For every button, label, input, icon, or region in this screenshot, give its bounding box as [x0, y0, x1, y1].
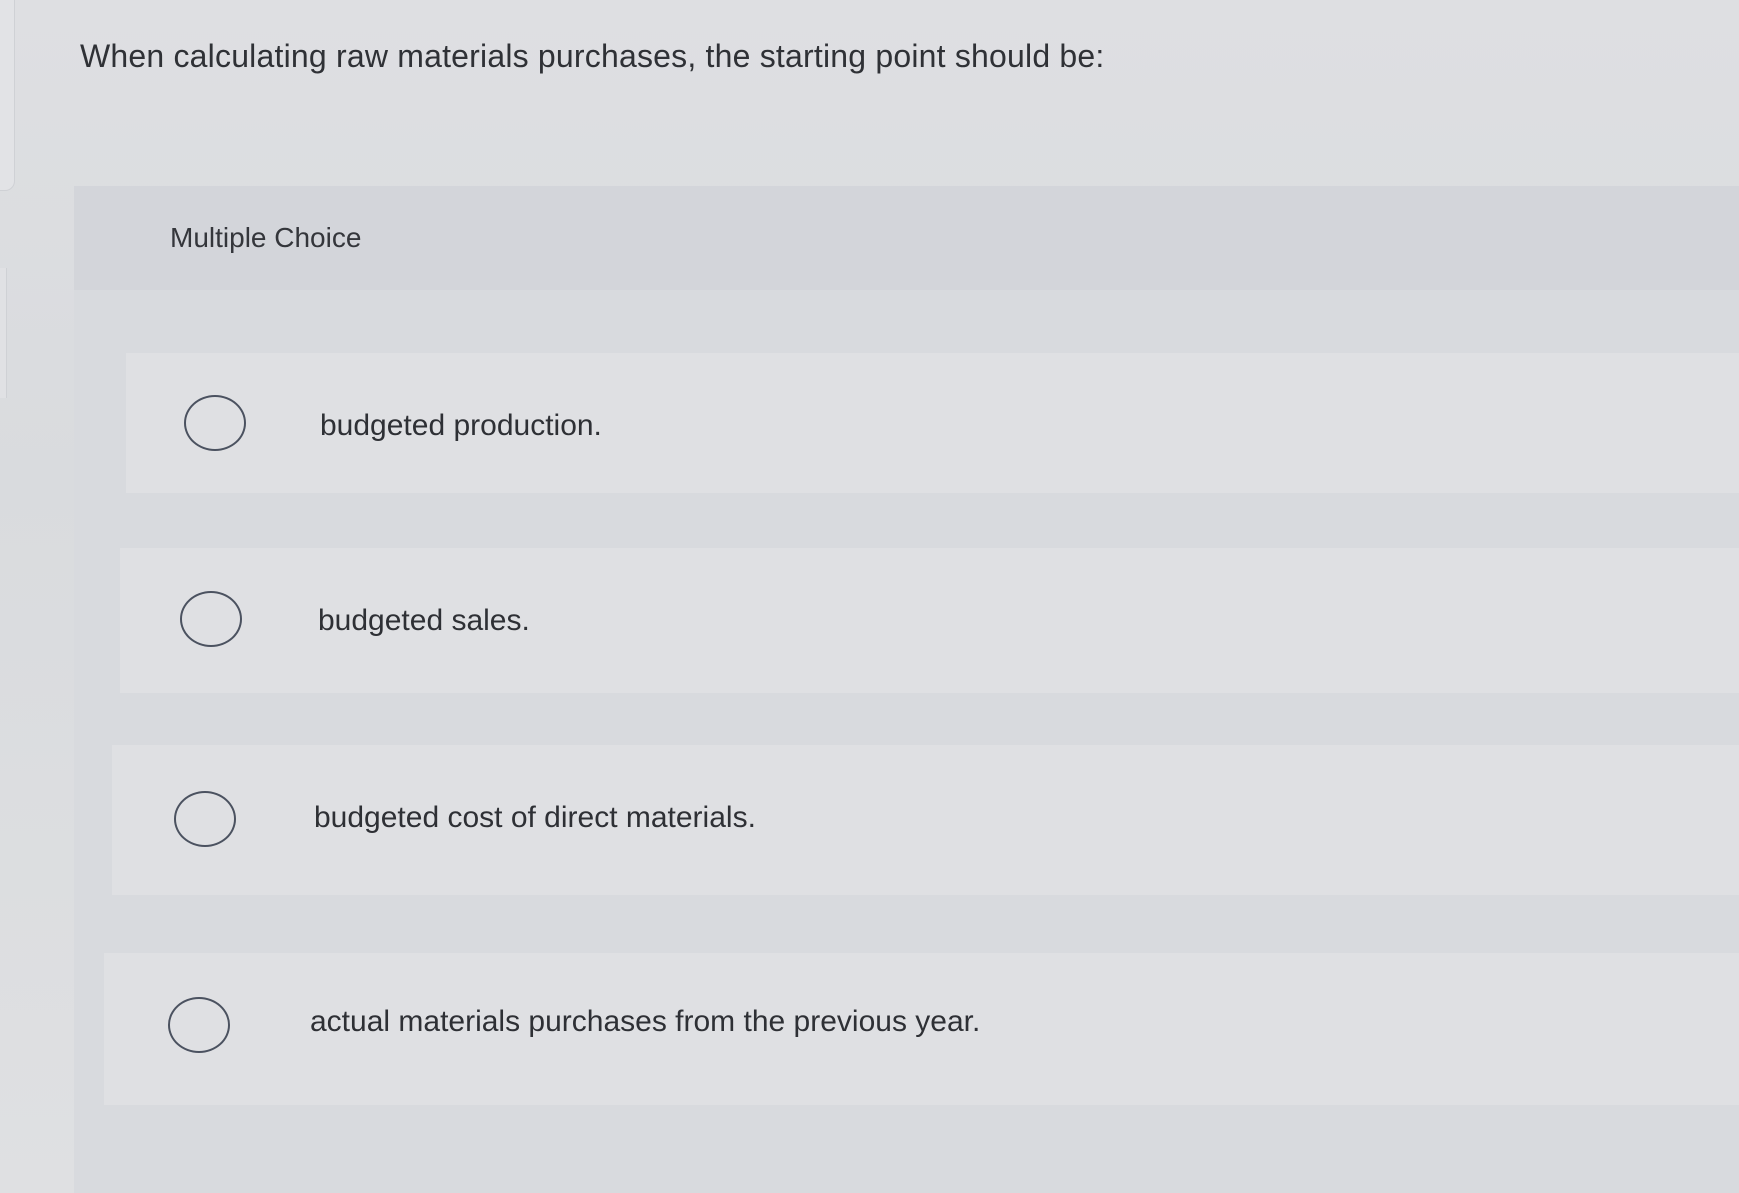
question-text: When calculating raw materials purchases…: [80, 38, 1105, 74]
screen: When calculating raw materials purchases…: [0, 0, 1739, 1193]
choice-option-4[interactable]: actual materials purchases from the prev…: [104, 953, 1739, 1105]
multiple-choice-header: Multiple Choice: [74, 186, 1739, 290]
choice-option-label: actual materials purchases from the prev…: [310, 1005, 981, 1038]
choice-option-label: budgeted production.: [320, 409, 602, 442]
radio-button-icon[interactable]: [180, 591, 242, 647]
choice-option-1[interactable]: budgeted production.: [126, 353, 1739, 493]
choice-option-label: budgeted sales.: [318, 604, 530, 637]
radio-button-icon[interactable]: [174, 791, 236, 847]
left-edge-panel: [0, 0, 15, 191]
choice-option-label: budgeted cost of direct materials.: [314, 801, 756, 834]
choice-option-2[interactable]: budgeted sales.: [120, 548, 1739, 693]
radio-button-icon[interactable]: [168, 997, 230, 1053]
choice-option-3[interactable]: budgeted cost of direct materials.: [112, 745, 1739, 895]
radio-button-icon[interactable]: [184, 395, 246, 451]
left-edge-divider: [0, 268, 7, 398]
multiple-choice-label: Multiple Choice: [170, 222, 362, 253]
